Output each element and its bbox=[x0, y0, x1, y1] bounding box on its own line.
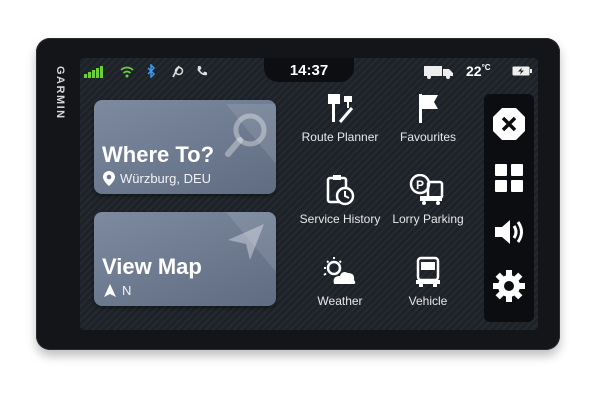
compass-heading: N bbox=[122, 283, 132, 298]
apps-button[interactable] bbox=[489, 158, 529, 198]
close-button[interactable] bbox=[489, 104, 529, 144]
weather-tile[interactable]: Weather bbox=[292, 256, 388, 326]
voice-assist-icon bbox=[172, 65, 184, 78]
temperature: 22°C bbox=[466, 63, 491, 79]
service-history-icon bbox=[326, 175, 355, 206]
route-planner-label: Route Planner bbox=[301, 130, 379, 144]
vehicle-label: Vehicle bbox=[408, 294, 448, 308]
lorry-parking-label: Lorry Parking bbox=[392, 212, 464, 226]
battery-icon bbox=[512, 66, 532, 76]
navigation-arrow-icon bbox=[226, 212, 276, 272]
flag-icon bbox=[419, 94, 438, 123]
view-map-card[interactable]: View Map N bbox=[94, 212, 276, 306]
close-icon bbox=[493, 108, 525, 140]
lorry-parking-icon: P bbox=[409, 174, 444, 205]
settings-icon bbox=[493, 270, 525, 302]
location-pin-icon bbox=[103, 171, 115, 186]
clock-time: 14:37 bbox=[289, 62, 329, 79]
phone-icon bbox=[197, 66, 207, 76]
weather-label: Weather bbox=[317, 294, 363, 308]
view-map-title: View Map bbox=[102, 254, 202, 279]
volume-icon bbox=[495, 220, 523, 244]
wifi-icon bbox=[120, 66, 134, 78]
signal-icon bbox=[84, 66, 103, 78]
volume-button[interactable] bbox=[489, 212, 529, 252]
bluetooth-icon bbox=[147, 64, 156, 78]
weather-icon bbox=[323, 257, 356, 284]
service-history-label: Service History bbox=[299, 212, 381, 226]
route-planner-icon bbox=[328, 94, 354, 123]
compass-arrow-icon bbox=[104, 284, 116, 297]
where-to-title: Where To? bbox=[102, 142, 215, 167]
current-location: Würzburg, DEU bbox=[120, 171, 212, 186]
route-planner-tile[interactable]: Route Planner bbox=[292, 92, 388, 162]
vehicle-tile[interactable]: Vehicle bbox=[380, 256, 476, 326]
service-history-tile[interactable]: Service History bbox=[292, 174, 388, 244]
screen: 14:37 22°C Where To? Würzburg, DEU View … bbox=[80, 58, 538, 330]
brand-logo: GARMIN bbox=[54, 66, 66, 120]
svg-text:P: P bbox=[416, 178, 424, 192]
status-bar: 14:37 22°C bbox=[80, 58, 538, 86]
search-icon bbox=[225, 104, 276, 164]
truck-icon bbox=[416, 256, 440, 287]
apps-grid-icon bbox=[495, 164, 523, 192]
side-bar bbox=[484, 94, 534, 322]
favourites-tile[interactable]: Favourites bbox=[380, 92, 476, 162]
where-to-card[interactable]: Where To? Würzburg, DEU bbox=[94, 100, 276, 194]
favourites-label: Favourites bbox=[399, 130, 457, 144]
lorry-parking-tile[interactable]: P Lorry Parking bbox=[380, 174, 476, 244]
settings-button[interactable] bbox=[489, 266, 529, 306]
truck-icon bbox=[424, 66, 453, 79]
